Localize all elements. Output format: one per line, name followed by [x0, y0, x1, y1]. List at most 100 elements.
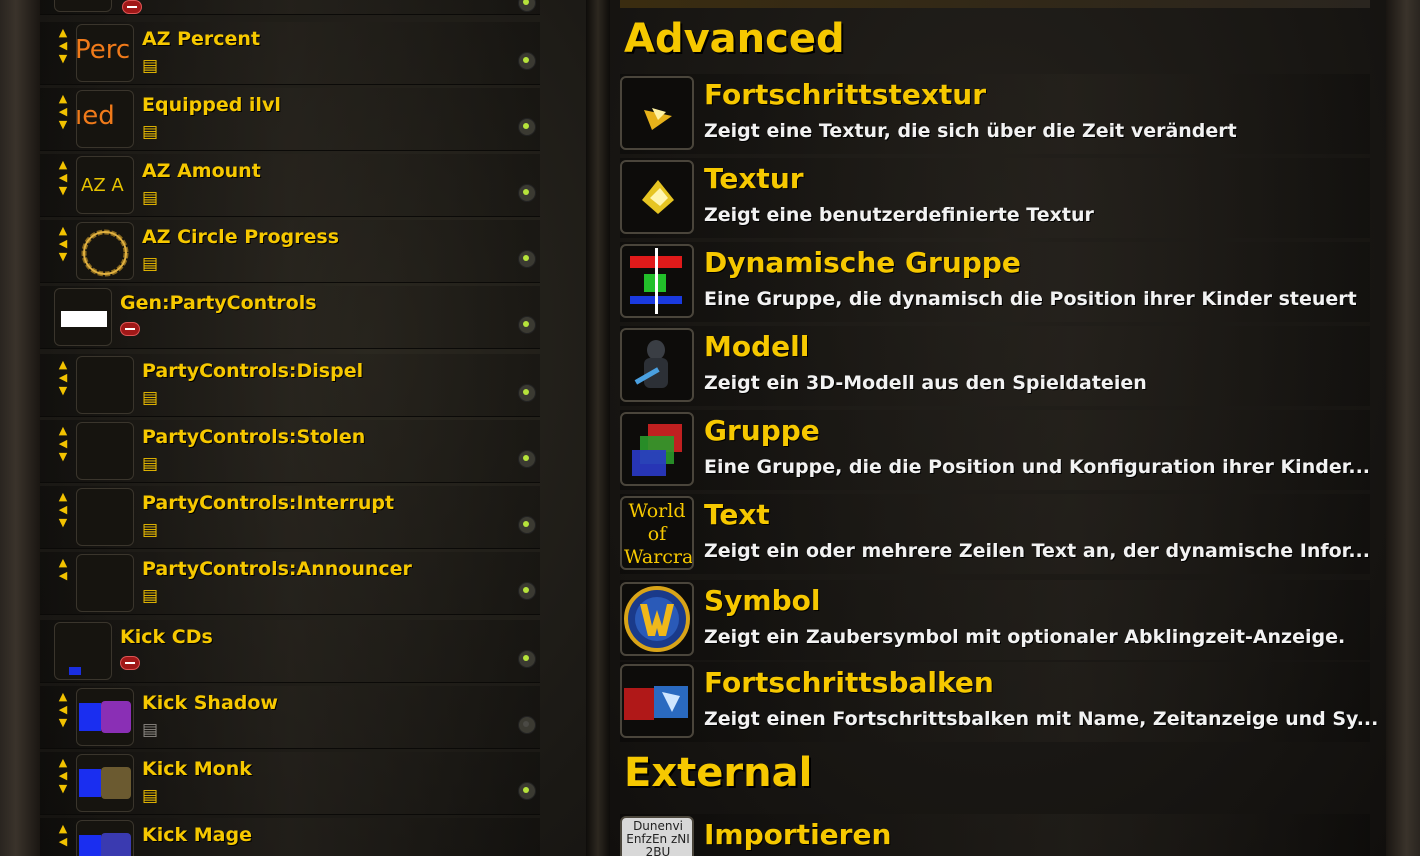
type-row-icon[interactable]: Symbol Zeigt ein Zaubersymbol mit option…	[620, 580, 1370, 660]
reorder-arrows[interactable]: ▲ ◀ ▼	[54, 358, 72, 412]
list-row[interactable]: ▲ ◀ ▼ PartyControls:Stolen ▤	[40, 420, 540, 483]
list-row-partial[interactable]	[40, 0, 540, 15]
import-icon: Dunenvi EnfzEn zNI 2BU	[620, 816, 694, 856]
reorder-arrows[interactable]: ▲ ◀	[54, 556, 72, 610]
arrow-down-icon[interactable]: ▼	[54, 250, 72, 263]
aura-thumbnail	[76, 488, 134, 546]
document-icon[interactable]: ▤	[142, 254, 160, 274]
arrow-left-icon[interactable]: ◀	[54, 569, 72, 582]
list-row-group[interactable]: Gen:PartyControls	[40, 286, 540, 349]
arrow-up-icon[interactable]: ▲	[54, 224, 72, 237]
visibility-eye-icon[interactable]	[518, 716, 536, 734]
type-row-text[interactable]: World of Warcraf Text Zeigt ein oder meh…	[620, 494, 1370, 574]
visibility-eye-icon[interactable]	[518, 316, 536, 334]
document-icon[interactable]: ▤	[142, 586, 160, 606]
document-icon[interactable]: ▤	[142, 56, 160, 76]
type-row-group[interactable]: Gruppe Eine Gruppe, die die Position und…	[620, 410, 1370, 490]
arrow-up-icon[interactable]: ▲	[54, 690, 72, 703]
arrow-down-icon[interactable]: ▼	[54, 384, 72, 397]
type-row-texture[interactable]: Textur Zeigt eine benutzerdefinierte Tex…	[620, 158, 1370, 238]
reorder-arrows[interactable]: ▲ ◀ ▼	[54, 158, 72, 212]
remove-icon[interactable]	[122, 0, 142, 14]
remove-icon[interactable]	[120, 322, 140, 336]
arrow-left-icon[interactable]: ◀	[54, 437, 72, 450]
arrow-up-icon[interactable]: ▲	[54, 92, 72, 105]
visibility-eye-icon[interactable]	[518, 118, 536, 136]
arrow-down-icon[interactable]: ▼	[54, 118, 72, 131]
document-icon[interactable]: ▤	[142, 388, 160, 408]
reorder-arrows[interactable]: ▲ ◀ ▼	[54, 92, 72, 146]
arrow-down-icon[interactable]: ▼	[54, 716, 72, 729]
arrow-left-icon[interactable]: ◀	[54, 371, 72, 384]
visibility-eye-icon[interactable]	[518, 0, 536, 12]
dynamic-group-icon	[620, 244, 694, 318]
document-icon[interactable]: ▤	[142, 786, 160, 806]
arrow-up-icon[interactable]: ▲	[54, 756, 72, 769]
visibility-eye-icon[interactable]	[518, 184, 536, 202]
arrow-up-icon[interactable]: ▲	[54, 358, 72, 371]
list-row[interactable]: ▲ ◀ PartyControls:Announcer ▤	[40, 552, 540, 615]
type-row-progress-bar[interactable]: Fortschrittsbalken Zeigt einen Fortschri…	[620, 662, 1378, 742]
arrow-left-icon[interactable]: ◀	[54, 503, 72, 516]
thumbnail-text: AZ A	[81, 175, 124, 196]
reorder-arrows[interactable]: ▲ ◀ ▼	[54, 424, 72, 478]
reorder-arrows[interactable]: ▲ ◀ ▼	[54, 26, 72, 80]
aura-thumbnail	[76, 820, 134, 856]
type-name: Symbol	[704, 584, 821, 617]
arrow-down-icon[interactable]: ▼	[54, 450, 72, 463]
list-row[interactable]: ▲ ◀ ▼ AZ A AZ Amount ▤	[40, 154, 540, 217]
list-row[interactable]: ▲ ◀ ▼ Kick Monk ▤	[40, 752, 540, 815]
list-row[interactable]: ▲ ◀ ▼ PartyControls:Dispel ▤	[40, 354, 540, 417]
reorder-arrows[interactable]: ▲ ◀ ▼	[54, 690, 72, 744]
document-icon[interactable]: ▤	[142, 720, 160, 740]
arrow-up-icon[interactable]: ▲	[54, 158, 72, 171]
arrow-left-icon[interactable]: ◀	[54, 105, 72, 118]
reorder-arrows[interactable]: ▲ ◀	[54, 822, 72, 856]
type-row-import[interactable]: Dunenvi EnfzEn zNI 2BU Importieren	[620, 814, 1370, 856]
reorder-arrows[interactable]: ▲ ◀ ▼	[54, 224, 72, 278]
list-row[interactable]: ▲ ◀ ▼ AZ Circle Progress ▤	[40, 220, 540, 283]
arrow-up-icon[interactable]: ▲	[54, 26, 72, 39]
arrow-left-icon[interactable]: ◀	[54, 39, 72, 52]
type-row-progress-texture[interactable]: Fortschrittstextur Zeigt eine Textur, di…	[620, 74, 1370, 154]
arrow-down-icon[interactable]: ▼	[54, 516, 72, 529]
visibility-eye-icon[interactable]	[518, 782, 536, 800]
list-row[interactable]: ▲ ◀ ▼ ıed Equipped ilvl ▤	[40, 88, 540, 151]
visibility-eye-icon[interactable]	[518, 250, 536, 268]
list-row-group[interactable]: Kick CDs	[40, 620, 540, 683]
reorder-arrows[interactable]: ▲ ◀ ▼	[54, 490, 72, 544]
document-icon[interactable]: ▤	[142, 454, 160, 474]
texture-icon	[620, 160, 694, 234]
type-row-dynamic-group[interactable]: Dynamische Gruppe Eine Gruppe, die dynam…	[620, 242, 1370, 322]
visibility-eye-icon[interactable]	[518, 516, 536, 534]
list-row[interactable]: ▲ ◀ Kick Mage	[40, 818, 540, 856]
remove-icon[interactable]	[120, 656, 140, 670]
document-icon[interactable]: ▤	[142, 520, 160, 540]
list-row[interactable]: ▲ ◀ ▼ PartyControls:Interrupt ▤	[40, 486, 540, 549]
arrow-down-icon[interactable]: ▼	[54, 52, 72, 65]
visibility-eye-icon[interactable]	[518, 52, 536, 70]
aura-list-panel[interactable]: ▲ ◀ ▼ Perc AZ Percent ▤ ▲ ◀ ▼ ıed Equipp…	[40, 0, 586, 856]
document-icon[interactable]: ▤	[142, 122, 160, 142]
arrow-left-icon[interactable]: ◀	[54, 237, 72, 250]
arrow-left-icon[interactable]: ◀	[54, 835, 72, 848]
arrow-up-icon[interactable]: ▲	[54, 556, 72, 569]
arrow-up-icon[interactable]: ▲	[54, 822, 72, 835]
document-icon[interactable]: ▤	[142, 188, 160, 208]
arrow-up-icon[interactable]: ▲	[54, 490, 72, 503]
list-row[interactable]: ▲ ◀ ▼ Kick Shadow ▤	[40, 686, 540, 749]
visibility-eye-icon[interactable]	[518, 450, 536, 468]
arrow-left-icon[interactable]: ◀	[54, 769, 72, 782]
visibility-eye-icon[interactable]	[518, 650, 536, 668]
arrow-up-icon[interactable]: ▲	[54, 424, 72, 437]
aura-type-panel[interactable]: Advanced Fortschrittstextur Zeigt eine T…	[610, 0, 1386, 856]
arrow-left-icon[interactable]: ◀	[54, 171, 72, 184]
reorder-arrows[interactable]: ▲ ◀ ▼	[54, 756, 72, 810]
list-row[interactable]: ▲ ◀ ▼ Perc AZ Percent ▤	[40, 22, 540, 85]
visibility-eye-icon[interactable]	[518, 582, 536, 600]
arrow-down-icon[interactable]: ▼	[54, 782, 72, 795]
arrow-left-icon[interactable]: ◀	[54, 703, 72, 716]
visibility-eye-icon[interactable]	[518, 384, 536, 402]
arrow-down-icon[interactable]: ▼	[54, 184, 72, 197]
type-row-model[interactable]: Modell Zeigt ein 3D-Modell aus den Spiel…	[620, 326, 1370, 406]
